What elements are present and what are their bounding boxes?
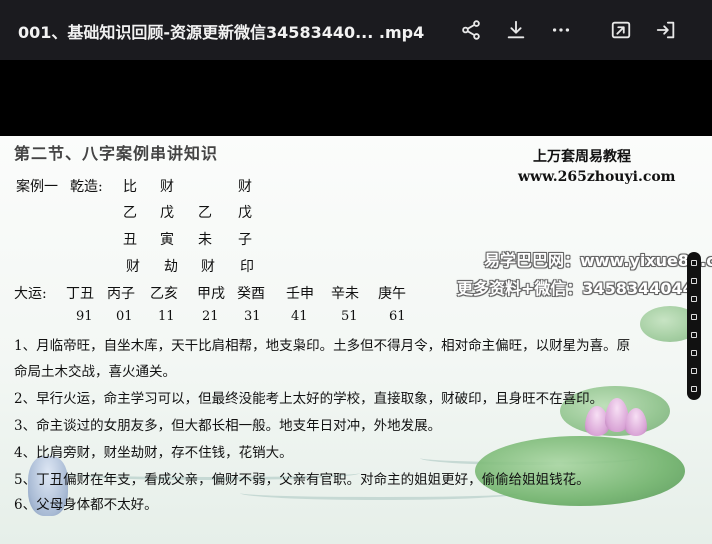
dayun-item: 癸酉	[237, 286, 265, 302]
dayun-item: 乙亥	[150, 286, 178, 302]
note-line: 6、父母身体都不太好。	[14, 497, 158, 513]
more-icon[interactable]	[545, 14, 577, 46]
water-wave	[240, 486, 520, 500]
note-line: 3、命主谈过的女朋友多，但大都长相一般。地支年日对冲，外地发展。	[14, 418, 442, 434]
download-icon[interactable]	[500, 14, 532, 46]
note-line: 5、丁丑偏财在年支，看成父亲，偏财不弱，父亲有官职。对命主的姐姐更好，偷偷给姐姐…	[14, 472, 590, 488]
slide-heading: 第二节、八字案例串讲知识	[14, 144, 219, 163]
watermark-site: 易学巴巴网：www.yixue88.cn	[484, 251, 712, 270]
age-item: 91	[76, 309, 93, 324]
tool-icon[interactable]	[691, 350, 697, 356]
tool-icon[interactable]	[691, 296, 697, 302]
chart-cell: 乙	[198, 205, 212, 221]
note-line: 命局土木交战，喜火通关。	[14, 364, 176, 380]
share-icon[interactable]	[455, 14, 487, 46]
dayun-item: 壬申	[286, 286, 314, 302]
dayun-item: 丁丑	[66, 286, 94, 302]
dayun-item: 丙子	[107, 286, 135, 302]
brand-title: 上万套周易教程	[533, 149, 631, 165]
dayun-item: 辛未	[331, 286, 359, 302]
brand-url: www.265zhouyi.com	[518, 169, 676, 185]
age-item: 01	[116, 309, 133, 324]
tool-icon[interactable]	[691, 368, 697, 374]
exit-fullscreen-icon[interactable]	[650, 14, 682, 46]
age-item: 51	[341, 309, 358, 324]
tool-icon[interactable]	[691, 332, 697, 338]
chart-cell: 劫	[164, 259, 178, 275]
age-item: 61	[389, 309, 406, 324]
chart-cell: 财	[238, 179, 252, 195]
title-bar: 001、基础知识回顾-资源更新微信34583440... .mp4	[0, 0, 712, 60]
chart-cell: 戊	[238, 205, 252, 221]
age-item: 41	[291, 309, 308, 324]
note-line: 4、比肩旁财，财坐劫财，存不住钱，花销大。	[14, 445, 293, 461]
age-item: 11	[158, 309, 175, 324]
age-item: 31	[244, 309, 261, 324]
chart-cell: 印	[240, 259, 254, 275]
chart-cell: 寅	[160, 232, 174, 248]
chart-cell: 比	[123, 179, 137, 195]
tool-icon[interactable]	[691, 386, 697, 392]
watermark-contact: 更多资料+微信：3458344044	[457, 279, 694, 298]
note-line: 1、月临帝旺，自坐木库，天干比肩相帮，地支枭印。土多但不得月令，相对命主偏旺，以…	[14, 338, 631, 354]
video-frame[interactable]: 第二节、八字案例串讲知识 上万套周易教程 www.265zhouyi.com 易…	[0, 136, 712, 544]
case-label: 案例一	[16, 179, 58, 195]
chart-cell: 乙	[123, 205, 137, 221]
screen-mirror-icon[interactable]	[605, 14, 637, 46]
age-item: 21	[202, 309, 219, 324]
video-title: 001、基础知识回顾-资源更新微信34583440... .mp4	[18, 23, 425, 42]
chart-cell: 戊	[160, 205, 174, 221]
note-line: 2、早行火运，命主学习可以，但最终没能考上太好的学校，直接取象，财破印，且身旺不…	[14, 391, 604, 407]
chart-cell: 子	[238, 232, 252, 248]
dayun-label: 大运:	[14, 286, 47, 302]
chart-cell: 未	[198, 232, 212, 248]
chart-cell: 财	[201, 259, 215, 275]
chart-cell: 财	[160, 179, 174, 195]
dayun-item: 庚午	[378, 286, 406, 302]
tool-icon[interactable]	[691, 278, 697, 284]
tool-icon[interactable]	[691, 260, 697, 266]
tool-icon[interactable]	[691, 314, 697, 320]
chart-cell: 财	[126, 259, 140, 275]
dayun-item: 甲戌	[197, 286, 225, 302]
annotation-toolbar[interactable]	[687, 252, 701, 400]
chart-cell: 丑	[123, 232, 137, 248]
qianzao-label: 乾造:	[70, 179, 103, 195]
